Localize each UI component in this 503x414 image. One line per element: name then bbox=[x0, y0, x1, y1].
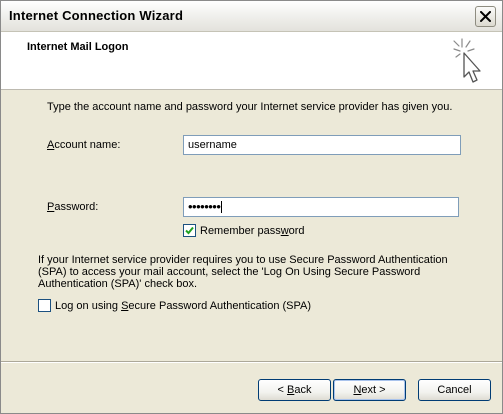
wizard-header: Internet Mail Logon bbox=[1, 32, 502, 90]
window-title: Internet Connection Wizard bbox=[9, 8, 184, 23]
wizard-window: Internet Connection Wizard Internet Mail… bbox=[0, 0, 503, 414]
cancel-button[interactable]: Cancel bbox=[418, 379, 491, 401]
wizard-sparkle-cursor-icon bbox=[453, 38, 481, 83]
remember-password-label[interactable]: Remember password bbox=[200, 225, 305, 237]
account-name-input[interactable]: username bbox=[183, 135, 461, 155]
close-button[interactable] bbox=[475, 6, 496, 27]
checkmark-icon bbox=[185, 226, 194, 235]
close-icon bbox=[480, 11, 491, 22]
next-button[interactable]: Next > bbox=[333, 379, 406, 401]
account-name-label: Account name: bbox=[47, 139, 121, 151]
text-caret bbox=[221, 201, 223, 213]
spa-checkbox-label[interactable]: Log on using Secure Password Authenticat… bbox=[55, 300, 311, 312]
remember-password-checkbox[interactable] bbox=[183, 224, 196, 237]
footer-divider bbox=[1, 361, 502, 363]
back-arrow: < bbox=[277, 384, 284, 396]
password-input[interactable]: •••••••• bbox=[183, 197, 459, 217]
intro-text: Type the account name and password your … bbox=[47, 101, 453, 113]
spa-checkbox[interactable] bbox=[38, 299, 51, 312]
password-label: Password: bbox=[47, 201, 99, 213]
form-area: Type the account name and password your … bbox=[1, 91, 502, 361]
title-bar[interactable]: Internet Connection Wizard bbox=[1, 1, 502, 32]
page-title: Internet Mail Logon bbox=[27, 41, 129, 53]
back-button[interactable]: < Back bbox=[258, 379, 331, 401]
spa-info-text: If your Internet service provider requir… bbox=[38, 254, 448, 290]
